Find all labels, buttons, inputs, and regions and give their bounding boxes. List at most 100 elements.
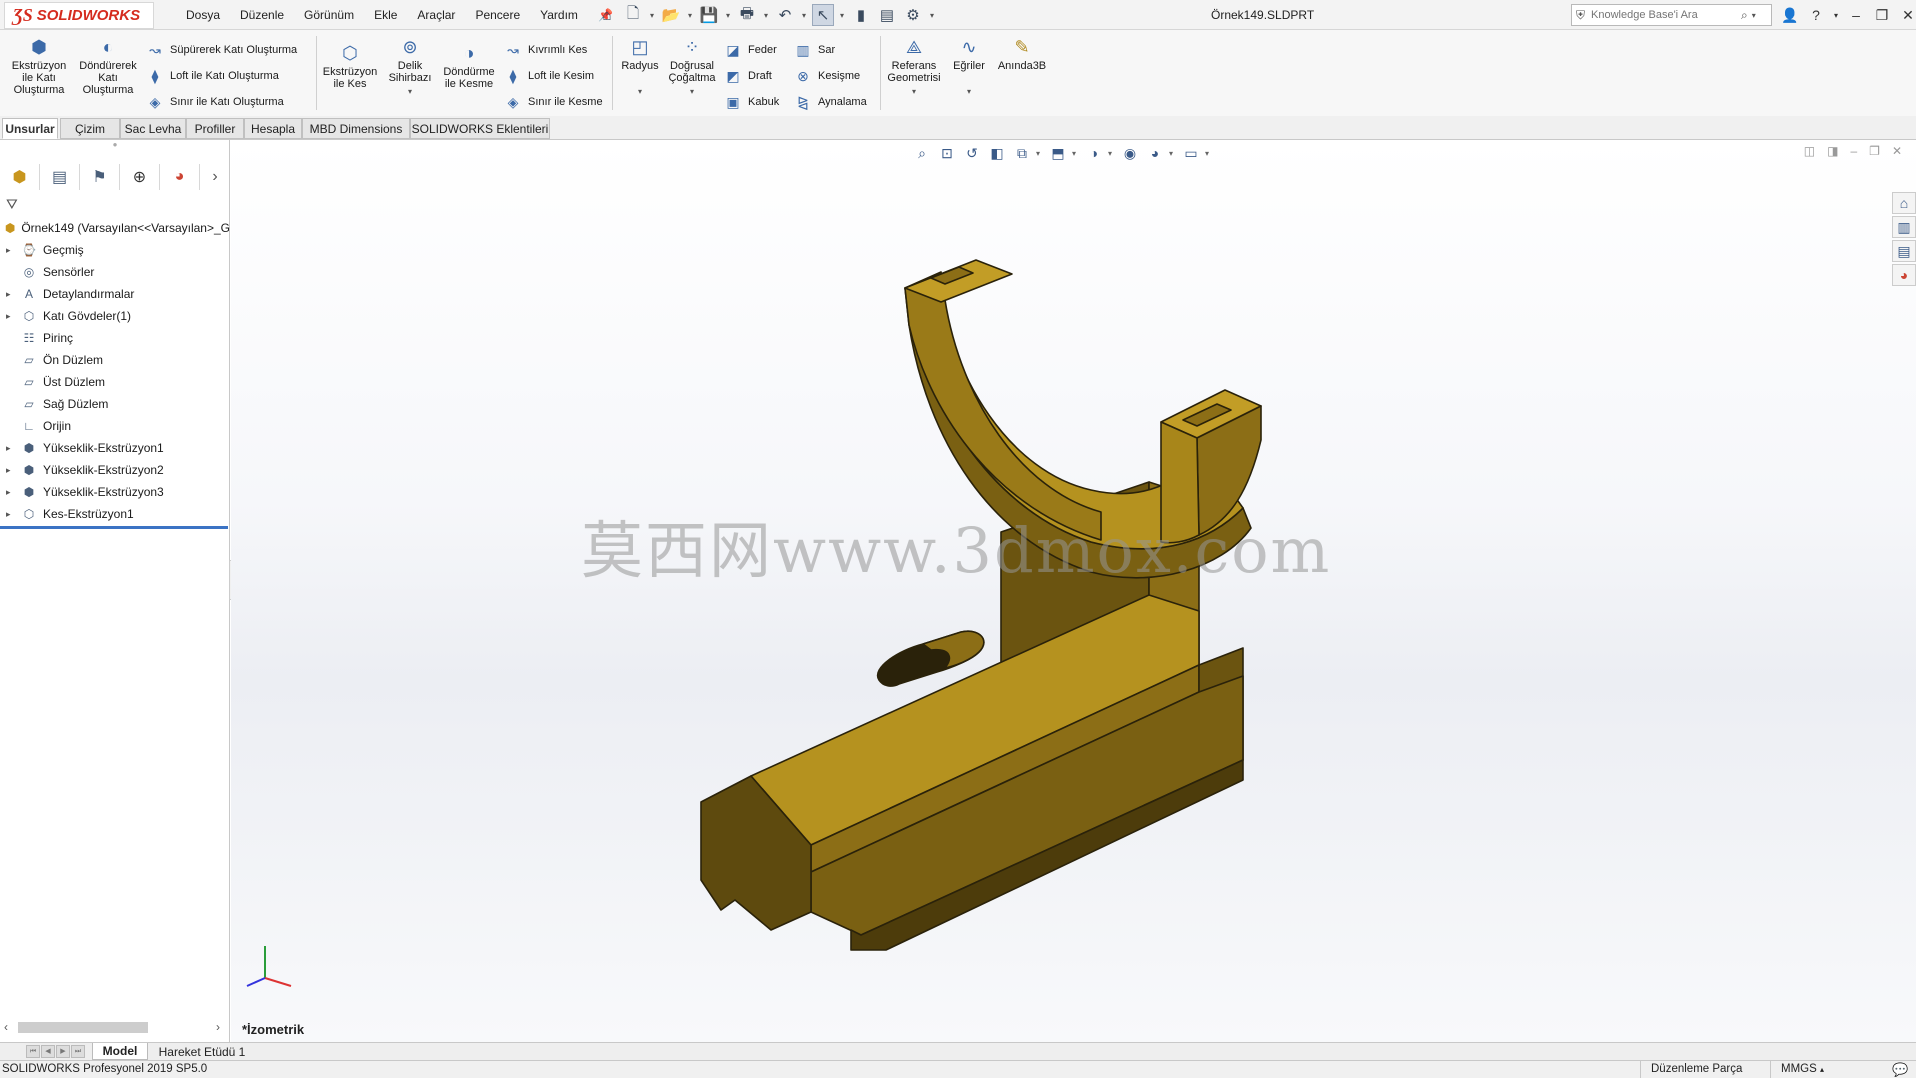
property-manager-icon[interactable]: ▤ [40,164,80,190]
instant3d-button[interactable]: ✎ Anında3B [996,36,1048,72]
solidworks-logo[interactable]: ƷS SOLIDWORKS [4,2,154,29]
search-dropdown-icon[interactable]: ▾ [1752,11,1756,20]
tab-motion-study[interactable]: Hareket Etüdü 1 [152,1043,252,1060]
menu-edit[interactable]: Düzenle [230,8,294,22]
user-icon[interactable]: 👤 [1780,7,1800,24]
fillet-button[interactable]: ◰ Radyus ▾ [616,36,664,98]
scroll-right-icon[interactable]: › [216,1020,220,1034]
file-properties-icon[interactable]: ▤ [876,4,898,26]
boundary-cut-button[interactable]: ◈ Sınır ile Kesme [504,92,603,112]
options-gear-icon[interactable]: ⚙ [902,4,924,26]
home-icon[interactable]: ⌂ [596,4,618,26]
save-icon[interactable]: 💾 [698,4,720,26]
tree-item-origin[interactable]: ∟ Orijin [0,416,230,436]
intersect-button[interactable]: ⊗ Kesişme [794,66,860,86]
help-icon[interactable]: ? [1806,7,1826,23]
tree-item-front-plane[interactable]: ▱ Ön Düzlem [0,350,230,370]
draft-button[interactable]: ◩ Draft [724,66,771,86]
print-icon[interactable]: 🖶 [736,4,758,26]
menu-help[interactable]: Yardım [530,8,588,22]
pattern-dropdown-icon[interactable]: ▾ [690,86,694,98]
tree-item-boss-extrude2[interactable]: ▸ ⬢ Yükseklik-Ekstrüzyon2 [0,460,230,480]
tab-mbd-dimensions[interactable]: MBD Dimensions [302,118,410,139]
new-dropdown-icon[interactable]: ▾ [648,11,656,20]
prev-tab-icon[interactable]: ◀ [41,1045,55,1058]
tab-model[interactable]: Model [92,1043,148,1060]
curves-dropdown-icon[interactable]: ▾ [967,86,971,98]
swept-cut-button[interactable]: ↝ Kıvrımlı Kes [504,40,587,60]
dimxpert-manager-icon[interactable]: ⊕ [120,164,160,190]
undo-icon[interactable]: ↶ [774,4,796,26]
search-icon[interactable]: ⌕ [1741,8,1748,23]
revolve-boss-button[interactable]: ◐ Döndürerek Katı Oluşturma [74,36,142,96]
options-dropdown-icon[interactable]: ▾ [928,11,936,20]
first-tab-icon[interactable]: ⏮ [26,1045,40,1058]
tree-item-boss-extrude1[interactable]: ▸ ⬢ Yükseklik-Ekstrüzyon1 [0,438,230,458]
mirror-button[interactable]: ⧎ Aynalama [794,92,867,112]
boundary-boss-button[interactable]: ◈ Sınır ile Katı Oluşturma [146,92,284,112]
tab-sketch[interactable]: Çizim [60,118,120,139]
tree-item-sensors[interactable]: ◎ Sensörler [0,262,230,282]
restore-icon[interactable]: ❐ [1872,7,1892,24]
menu-window[interactable]: Pencere [465,8,530,22]
tab-evaluate[interactable]: Hesapla [244,118,302,139]
curves-button[interactable]: ∿ Eğriler ▾ [946,36,992,98]
tree-item-boss-extrude3[interactable]: ▸ ⬢ Yükseklik-Ekstrüzyon3 [0,482,230,502]
scroll-left-icon[interactable]: ‹ [4,1020,8,1034]
expand-arrow-icon[interactable]: ▸ [6,487,16,498]
rib-button[interactable]: ◪ Feder [724,40,776,60]
loft-cut-button[interactable]: ⧫ Loft ile Kesim [504,66,595,86]
expand-arrow-icon[interactable]: ▸ [6,509,16,520]
wrap-button[interactable]: ▥ Sar [794,40,835,60]
select-dropdown-icon[interactable]: ▾ [838,11,846,20]
reference-geometry-button[interactable]: ⟁ Referans Geometrisi ▾ [884,36,944,98]
tree-root-part[interactable]: ⬢ Örnek149 (Varsayılan<<Varsayılan>_G [0,218,230,238]
traffic-light-icon[interactable]: ▮ [850,4,872,26]
tree-item-solid-bodies[interactable]: ▸ ⬡ Katı Gövdeler(1) [0,306,230,326]
expand-arrow-icon[interactable]: ▸ [6,311,16,322]
menu-tools[interactable]: Araçlar [407,8,465,22]
print-dropdown-icon[interactable]: ▾ [762,11,770,20]
expand-arrow-icon[interactable]: ▸ [6,289,16,300]
feature-manager-tree-icon[interactable]: ⬢ [0,164,40,190]
knowledge-base-search[interactable]: ⛨ ⌕ ▾ [1571,4,1772,26]
expand-arrow-icon[interactable]: ▸ [6,465,16,476]
hole-wizard-button[interactable]: ⊚ Delik Sihirbazı ▾ [382,36,438,98]
last-tab-icon[interactable]: ⏭ [71,1045,85,1058]
tree-item-material[interactable]: ☷ Pirinç [0,328,230,348]
open-icon[interactable]: 📂 [660,4,682,26]
tab-features[interactable]: Unsurlar [2,118,58,139]
loft-boss-button[interactable]: ⧫ Loft ile Katı Oluşturma [146,66,279,86]
shell-button[interactable]: ▣ Kabuk [724,92,779,112]
search-input[interactable] [1589,8,1738,22]
select-pointer-icon[interactable]: ↖ [812,4,834,26]
tree-item-cut-extrude1[interactable]: ▸ ⬡ Kes-Ekstrüzyon1 [0,504,230,524]
revolve-cut-button[interactable]: ◑ Döndürme ile Kesme [440,42,498,90]
minimize-icon[interactable]: – [1846,7,1866,23]
menu-view[interactable]: Görünüm [294,8,364,22]
next-tab-icon[interactable]: ▶ [56,1045,70,1058]
hole-wizard-dropdown-icon[interactable]: ▾ [408,86,412,98]
help-dropdown-icon[interactable]: ▾ [1832,11,1840,20]
extrude-cut-button[interactable]: ⬡ Ekstrüzyon ile Kes [320,42,380,90]
tooltip-toggle-icon[interactable]: 💬 [1892,1062,1908,1078]
tree-item-right-plane[interactable]: ▱ Sağ Düzlem [0,394,230,414]
menu-insert[interactable]: Ekle [364,8,407,22]
configuration-manager-icon[interactable]: ⚑ [80,164,120,190]
ref-geometry-dropdown-icon[interactable]: ▾ [912,86,916,98]
fillet-dropdown-icon[interactable]: ▾ [638,86,642,98]
tree-item-top-plane[interactable]: ▱ Üst Düzlem [0,372,230,392]
undo-dropdown-icon[interactable]: ▾ [800,11,808,20]
rollback-bar[interactable] [0,526,228,529]
tab-weldments[interactable]: Profiller [186,118,244,139]
menu-file[interactable]: Dosya [176,8,230,22]
tab-sheet-metal[interactable]: Sac Levha [120,118,186,139]
horizontal-scrollbar[interactable]: ‹ › [0,1018,228,1036]
close-icon[interactable]: ✕ [1898,7,1916,24]
scrollbar-thumb[interactable] [18,1022,148,1033]
filter-icon[interactable]: ⛛ [6,196,18,213]
save-dropdown-icon[interactable]: ▾ [724,11,732,20]
graphics-viewport[interactable]: ⌕ ⊡ ↺ ◧ ⧉ ▾ ⬒ ▾ ◑ ▾ ◉ ◕ ▾ ▭ ▾ ◫ ◨ – ❐ ✕ … [231,140,1916,1042]
pane-expand-chevron-icon[interactable]: › [200,164,230,190]
tree-item-history[interactable]: ▸ ⌚ Geçmiş [0,240,230,260]
